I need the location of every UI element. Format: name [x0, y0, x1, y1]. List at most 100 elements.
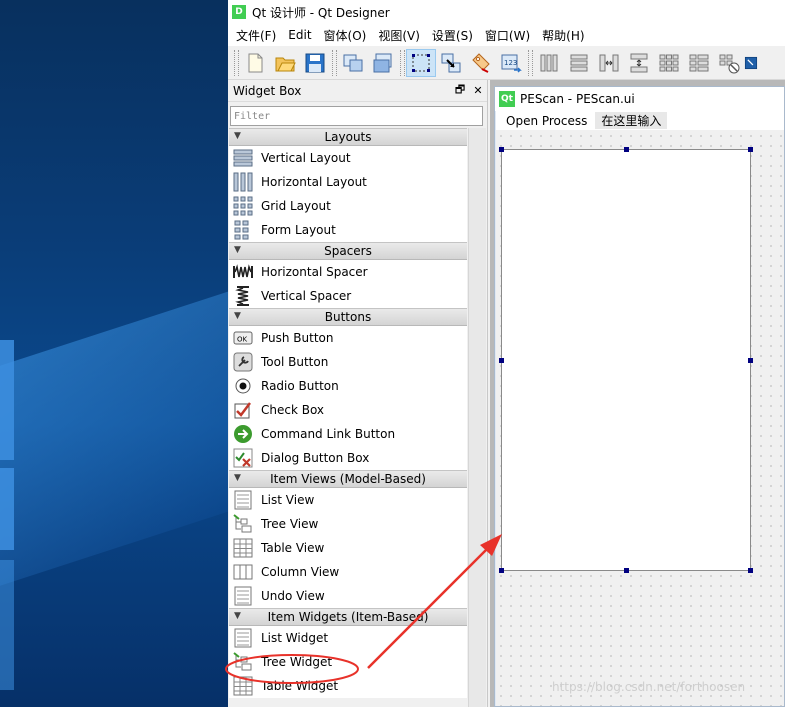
column-view-icon — [233, 562, 253, 582]
open-file-button[interactable] — [270, 49, 300, 77]
menu-window[interactable]: 窗口(W) — [481, 27, 538, 44]
new-file-icon — [248, 53, 263, 72]
widget-item[interactable]: Command Link Button — [229, 422, 467, 446]
widget-item[interactable]: Table Widget — [229, 674, 467, 698]
widget-item-label: Check Box — [261, 403, 325, 417]
widget-item[interactable]: Vertical Layout — [229, 146, 467, 170]
widget-item[interactable]: List Widget — [229, 626, 467, 650]
category-header[interactable]: ▼ Buttons — [229, 308, 467, 326]
resize-handle[interactable] — [624, 568, 629, 573]
table-view-icon — [233, 538, 253, 558]
qt-designer-window: D Qt 设计师 - Qt Designer 文件(F) Edit 窗体(O) … — [228, 0, 785, 707]
form-layout-button[interactable] — [684, 49, 714, 77]
edit-widgets-button[interactable] — [406, 48, 436, 77]
widget-item[interactable]: Tree Widget — [229, 650, 467, 674]
edit-buddies-button[interactable] — [466, 49, 496, 77]
toolbar-separator — [330, 50, 338, 76]
widget-item[interactable]: Horizontal Spacer — [229, 260, 467, 284]
resize-handle[interactable] — [624, 147, 629, 152]
selected-widget[interactable] — [499, 147, 753, 573]
resize-handle[interactable] — [499, 358, 504, 363]
widget-item[interactable]: Vertical Spacer — [229, 284, 467, 308]
toolbar-separator — [526, 50, 534, 76]
tile-windows-button[interactable] — [368, 49, 398, 77]
menu-help[interactable]: 帮助(H) — [538, 27, 592, 44]
menu-file[interactable]: 文件(F) — [232, 27, 284, 44]
close-dock-icon[interactable]: ✕ — [469, 84, 487, 97]
form-subwindow[interactable]: Qt PEScan - PEScan.ui Open Process 在这里输入 — [494, 86, 785, 707]
adjust-size-icon — [744, 56, 758, 69]
widget-item[interactable]: Dialog Button Box — [229, 446, 467, 470]
lay-out-horizontally-button[interactable] — [534, 49, 564, 77]
collapse-chevron-icon: ▼ — [234, 311, 241, 321]
widget-item[interactable]: OK Push Button — [229, 326, 467, 350]
widget-item[interactable]: Check Box — [229, 398, 467, 422]
category-header[interactable]: ▼ Item Views (Model-Based) — [229, 470, 467, 488]
edit-signals-slots-button[interactable] — [436, 49, 466, 77]
menu-form[interactable]: 窗体(O) — [320, 27, 375, 44]
widget-item[interactable]: Tool Button — [229, 350, 467, 374]
category-header[interactable]: ▼ Layouts — [229, 128, 467, 146]
horizontal-splitter-button[interactable] — [594, 49, 624, 77]
main-toolbar: 123 — [228, 46, 785, 80]
list-view-icon — [233, 490, 253, 510]
resize-handle[interactable] — [499, 147, 504, 152]
widget-item[interactable]: Undo View — [229, 584, 467, 608]
edit-tab-order-button[interactable]: 123 — [496, 49, 526, 77]
toolbar-separator — [398, 50, 406, 76]
category-header[interactable]: ▼ Spacers — [229, 242, 467, 260]
widget-item-label: Table View — [261, 541, 325, 555]
edit-tab-order-icon: 123 — [501, 54, 522, 73]
form-layout-icon — [233, 220, 253, 240]
widget-item-label: Form Layout — [261, 223, 336, 237]
widget-item-label: Tree View — [261, 517, 319, 531]
list-widget-icon — [233, 628, 253, 648]
form-menu-type-here[interactable]: 在这里输入 — [595, 112, 668, 129]
grid-layout-button[interactable] — [654, 49, 684, 77]
resize-handle[interactable] — [748, 147, 753, 152]
vertical-splitter-button[interactable] — [624, 49, 654, 77]
widget-item[interactable]: Grid Layout — [229, 194, 467, 218]
resize-handle[interactable] — [499, 568, 504, 573]
collapse-chevron-icon: ▼ — [234, 473, 241, 483]
widget-box-titlebar: Widget Box 🗗 ✕ — [228, 80, 487, 102]
push-button-icon: OK — [233, 328, 253, 348]
widget-filter-input[interactable]: Filter — [230, 106, 483, 126]
adjust-size-button[interactable] — [744, 49, 758, 77]
widget-item-label: Push Button — [261, 331, 334, 345]
form-layout-icon — [689, 54, 709, 71]
menu-edit[interactable]: Edit — [284, 28, 319, 42]
edit-buddies-icon — [472, 52, 490, 73]
widget-item[interactable]: Table View — [229, 536, 467, 560]
widget-item-label: Command Link Button — [261, 427, 396, 441]
new-file-button[interactable] — [240, 49, 270, 77]
open-folder-icon — [275, 57, 296, 71]
menu-view[interactable]: 视图(V) — [374, 27, 428, 44]
break-layout-button[interactable] — [714, 49, 744, 77]
save-button[interactable] — [300, 49, 330, 77]
widget-item-label: Horizontal Layout — [261, 175, 367, 189]
widget-item[interactable]: Radio Button — [229, 374, 467, 398]
dialog-button-box-icon — [233, 448, 253, 468]
widget-item[interactable]: Column View — [229, 560, 467, 584]
qt-designer-logo-icon: D — [232, 5, 246, 19]
widget-item[interactable]: Form Layout — [229, 218, 467, 242]
widget-item[interactable]: Horizontal Layout — [229, 170, 467, 194]
cascade-windows-button[interactable] — [338, 49, 368, 77]
widget-item-label: List View — [261, 493, 315, 507]
form-canvas[interactable]: Open Process 在这里输入 — [496, 111, 784, 706]
float-dock-icon[interactable]: 🗗 — [451, 81, 469, 100]
widget-box-scrollbar[interactable] — [468, 128, 486, 707]
tree-widget-icon — [233, 652, 253, 672]
resize-handle[interactable] — [748, 358, 753, 363]
horizontal-layout-icon — [233, 172, 253, 192]
category-header[interactable]: ▼ Item Widgets (Item-Based) — [229, 608, 467, 626]
widget-item[interactable]: Tree View — [229, 512, 467, 536]
menu-settings[interactable]: 设置(S) — [428, 27, 481, 44]
widget-item[interactable]: List View — [229, 488, 467, 512]
category-label: Layouts — [324, 130, 372, 144]
form-menu-open-process[interactable]: Open Process — [506, 114, 587, 128]
resize-handle[interactable] — [748, 568, 753, 573]
window-titlebar: D Qt 设计师 - Qt Designer — [228, 0, 785, 24]
lay-out-vertically-button[interactable] — [564, 49, 594, 77]
